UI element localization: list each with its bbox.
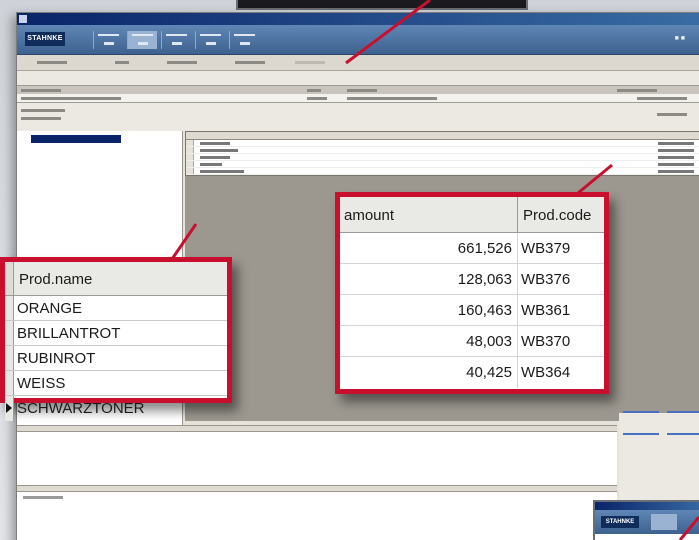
current-row-pointer-icon [6, 403, 12, 413]
amount-cell: 48,003 [466, 333, 512, 350]
order-header-row [17, 85, 699, 94]
amount-cell: 128,063 [457, 271, 512, 288]
notes-header [17, 486, 617, 492]
ribbon-tab-5[interactable] [229, 31, 259, 49]
mini-app-logo: STAHNKE [601, 516, 639, 528]
amount-cell: 40,425 [466, 364, 512, 381]
table-row[interactable] [186, 140, 699, 147]
secondary-toolbar [17, 55, 699, 71]
ribbon-toolbar: STAHNKE ■ ■ [17, 25, 699, 55]
row-selector[interactable] [5, 296, 14, 320]
row-selector[interactable] [5, 321, 14, 345]
window-system-icon[interactable] [19, 15, 27, 23]
row-selector[interactable] [5, 371, 14, 395]
mini-window-titlebar [595, 502, 699, 510]
row-selector[interactable] [5, 396, 14, 421]
product-names-callout: Prod.name ORANGE BRILLANTROT RUBINROT WE… [0, 257, 232, 421]
row-selector[interactable] [5, 346, 14, 370]
lower-detail-header [17, 426, 617, 432]
amount-cell: 160,463 [457, 302, 512, 319]
toolbar-button-4[interactable] [235, 59, 265, 67]
ribbon-tab-2[interactable] [127, 31, 157, 49]
side-link-1[interactable] [623, 411, 659, 413]
product-name-cell: WEISS [17, 375, 66, 392]
mini-app-window: STAHNKE [593, 500, 699, 540]
toolbar-button-1[interactable] [37, 59, 67, 67]
product-names-header[interactable]: Prod.name [5, 262, 227, 296]
row-header-corner [5, 262, 14, 295]
app-logo: STAHNKE [25, 32, 65, 46]
window-controls-icon[interactable]: ■ ■ [675, 35, 685, 42]
product-grid-header [186, 132, 699, 140]
amount-row[interactable]: 160,463 WB361 [340, 295, 604, 326]
side-link-2[interactable] [667, 411, 699, 413]
product-amounts-callout: amount Prod.code 661,526 WB379 128,063 W… [335, 192, 609, 394]
product-name-cell: BRILLANTROT [17, 325, 121, 342]
product-code-column-header: Prod.code [523, 207, 592, 224]
notes-panel[interactable] [17, 485, 617, 540]
amount-row[interactable]: 661,526 WB379 [340, 233, 604, 264]
table-row[interactable] [186, 168, 699, 175]
table-row[interactable] [186, 161, 699, 168]
product-name-row-current[interactable]: SCHWARZTONER [5, 396, 227, 421]
mini-ribbon-tab[interactable] [651, 514, 677, 530]
selected-tree-node[interactable] [31, 135, 121, 143]
amounts-header[interactable]: amount Prod.code [340, 197, 604, 233]
table-row[interactable] [186, 147, 699, 154]
window-titlebar [17, 13, 699, 25]
toolbar-button-5[interactable] [295, 59, 325, 67]
spacer [17, 71, 699, 85]
product-grid[interactable] [185, 131, 699, 176]
product-code-cell: WB364 [521, 364, 571, 381]
product-code-cell: WB376 [521, 271, 571, 288]
table-row[interactable] [186, 154, 699, 161]
ribbon-tab-4[interactable] [195, 31, 225, 49]
amount-column-header: amount [344, 207, 395, 224]
product-name-row[interactable]: ORANGE [5, 296, 227, 321]
toolbar-button-2[interactable] [107, 59, 137, 67]
side-link-4[interactable] [667, 433, 699, 435]
product-code-cell: WB379 [521, 240, 571, 257]
lower-detail-panel[interactable] [17, 425, 617, 485]
order-info-block [17, 103, 699, 131]
ribbon-tab-1[interactable] [93, 31, 123, 49]
mini-ribbon: STAHNKE [595, 510, 699, 534]
amount-row[interactable]: 48,003 WB370 [340, 326, 604, 357]
product-name-cell: SCHWARZTONER [17, 400, 145, 417]
product-name-column-header: Prod.name [19, 271, 93, 288]
product-name-row[interactable]: RUBINROT [5, 346, 227, 371]
product-name-cell: ORANGE [17, 300, 83, 317]
notes-label [23, 496, 63, 499]
product-code-cell: WB361 [521, 302, 571, 319]
previous-window-edge [236, 0, 528, 10]
side-link-3[interactable] [623, 433, 659, 435]
product-name-row[interactable]: BRILLANTROT [5, 321, 227, 346]
toolbar-button-3[interactable] [167, 59, 197, 67]
ribbon-tab-3[interactable] [161, 31, 191, 49]
amount-row[interactable]: 40,425 WB364 [340, 357, 604, 388]
amount-row[interactable]: 128,063 WB376 [340, 264, 604, 295]
order-value-row [17, 94, 699, 103]
product-code-cell: WB370 [521, 333, 571, 350]
amount-cell: 661,526 [457, 240, 512, 257]
product-name-cell: RUBINROT [17, 350, 96, 367]
product-name-row[interactable]: WEISS [5, 371, 227, 396]
